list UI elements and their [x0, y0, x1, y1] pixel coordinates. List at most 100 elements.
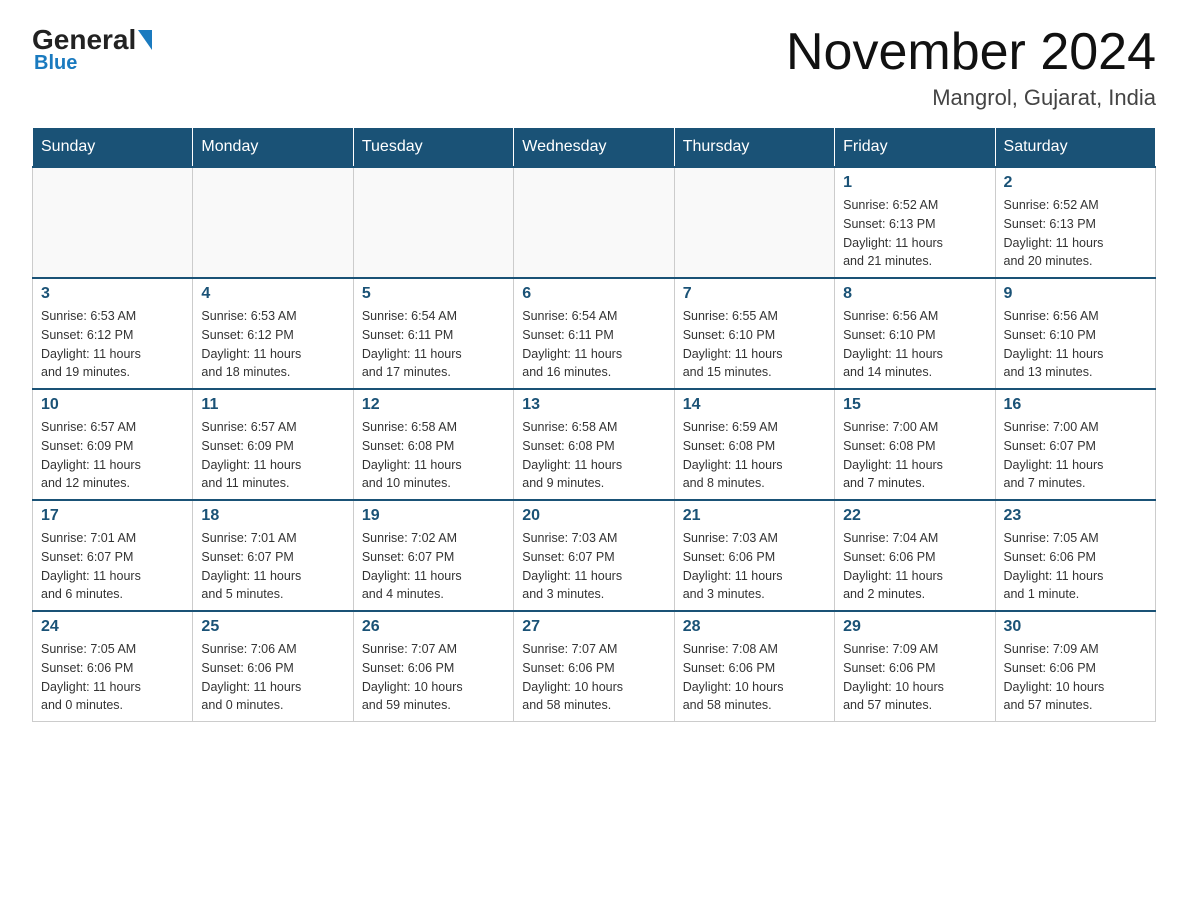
day-info: Sunrise: 7:03 AMSunset: 6:07 PMDaylight:… — [522, 529, 665, 604]
calendar-cell: 1 Sunrise: 6:52 AMSunset: 6:13 PMDaylight… — [835, 167, 995, 278]
day-number: 30 — [1004, 618, 1147, 636]
weekday-header-saturday: Saturday — [995, 128, 1155, 168]
day-info: Sunrise: 7:09 AMSunset: 6:06 PMDaylight:… — [1004, 640, 1147, 715]
day-info: Sunrise: 6:55 AMSunset: 6:10 PMDaylight:… — [683, 307, 826, 382]
weekday-header-sunday: Sunday — [33, 128, 193, 168]
day-info: Sunrise: 6:56 AMSunset: 6:10 PMDaylight:… — [1004, 307, 1147, 382]
day-number: 24 — [41, 618, 184, 636]
calendar-cell: 2 Sunrise: 6:52 AMSunset: 6:13 PMDaylight… — [995, 167, 1155, 278]
calendar-cell — [674, 167, 834, 278]
day-info: Sunrise: 6:59 AMSunset: 6:08 PMDaylight:… — [683, 418, 826, 493]
weekday-header-monday: Monday — [193, 128, 353, 168]
title-area: November 2024 Mangrol, Gujarat, India — [786, 24, 1156, 111]
day-info: Sunrise: 7:06 AMSunset: 6:06 PMDaylight:… — [201, 640, 344, 715]
day-info: Sunrise: 7:05 AMSunset: 6:06 PMDaylight:… — [41, 640, 184, 715]
calendar-cell: 19 Sunrise: 7:02 AMSunset: 6:07 PMDayligh… — [353, 500, 513, 611]
day-info: Sunrise: 7:02 AMSunset: 6:07 PMDaylight:… — [362, 529, 505, 604]
calendar-cell: 13Sunrise: 6:58 AMSunset: 6:08 PMDayligh… — [514, 389, 674, 500]
day-number: 7 — [683, 285, 826, 303]
day-number: 8 — [843, 285, 986, 303]
calendar-cell: 8 Sunrise: 6:56 AMSunset: 6:10 PMDaylight… — [835, 278, 995, 389]
week-row-1: 1 Sunrise: 6:52 AMSunset: 6:13 PMDaylight… — [33, 167, 1156, 278]
day-number: 4 — [201, 285, 344, 303]
calendar-cell: 30 Sunrise: 7:09 AMSunset: 6:06 PMDayligh… — [995, 611, 1155, 722]
day-info: Sunrise: 7:05 AMSunset: 6:06 PMDaylight:… — [1004, 529, 1147, 604]
calendar-cell: 23 Sunrise: 7:05 AMSunset: 6:06 PMDayligh… — [995, 500, 1155, 611]
calendar-cell — [33, 167, 193, 278]
day-number: 14 — [683, 396, 826, 414]
day-number: 15 — [843, 396, 986, 414]
day-info: Sunrise: 7:00 AMSunset: 6:07 PMDaylight:… — [1004, 418, 1147, 493]
day-info: Sunrise: 7:04 AMSunset: 6:06 PMDaylight:… — [843, 529, 986, 604]
day-number: 10 — [41, 396, 184, 414]
calendar-cell: 18 Sunrise: 7:01 AMSunset: 6:07 PMDayligh… — [193, 500, 353, 611]
calendar-cell: 24 Sunrise: 7:05 AMSunset: 6:06 PMDayligh… — [33, 611, 193, 722]
calendar-cell: 29Sunrise: 7:09 AMSunset: 6:06 PMDayligh… — [835, 611, 995, 722]
day-info: Sunrise: 7:01 AMSunset: 6:07 PMDaylight:… — [41, 529, 184, 604]
calendar-cell: 14 Sunrise: 6:59 AMSunset: 6:08 PMDayligh… — [674, 389, 834, 500]
calendar-cell: 6 Sunrise: 6:54 AMSunset: 6:11 PMDaylight… — [514, 278, 674, 389]
day-number: 12 — [362, 396, 505, 414]
week-row-3: 10 Sunrise: 6:57 AMSunset: 6:09 PMDayligh… — [33, 389, 1156, 500]
day-number: 5 — [362, 285, 505, 303]
calendar-cell: 28Sunrise: 7:08 AMSunset: 6:06 PMDayligh… — [674, 611, 834, 722]
day-info: Sunrise: 7:07 AMSunset: 6:06 PMDaylight:… — [362, 640, 505, 715]
logo-blue: Blue — [32, 52, 77, 75]
weekday-header-thursday: Thursday — [674, 128, 834, 168]
day-number: 1 — [843, 174, 986, 192]
day-number: 20 — [522, 507, 665, 525]
day-info: Sunrise: 6:57 AMSunset: 6:09 PMDaylight:… — [201, 418, 344, 493]
day-info: Sunrise: 6:52 AMSunset: 6:13 PMDaylight:… — [843, 196, 986, 271]
day-info: Sunrise: 6:54 AMSunset: 6:11 PMDaylight:… — [522, 307, 665, 382]
calendar-cell: 17 Sunrise: 7:01 AMSunset: 6:07 PMDayligh… — [33, 500, 193, 611]
day-info: Sunrise: 6:52 AMSunset: 6:13 PMDaylight:… — [1004, 196, 1147, 271]
day-number: 18 — [201, 507, 344, 525]
calendar-cell: 9Sunrise: 6:56 AMSunset: 6:10 PMDaylight… — [995, 278, 1155, 389]
calendar-cell: 15 Sunrise: 7:00 AMSunset: 6:08 PMDayligh… — [835, 389, 995, 500]
day-number: 16 — [1004, 396, 1147, 414]
day-info: Sunrise: 7:08 AMSunset: 6:06 PMDaylight:… — [683, 640, 826, 715]
weekday-header-tuesday: Tuesday — [353, 128, 513, 168]
calendar-cell: 22 Sunrise: 7:04 AMSunset: 6:06 PMDayligh… — [835, 500, 995, 611]
calendar-cell — [514, 167, 674, 278]
calendar-cell: 11 Sunrise: 6:57 AMSunset: 6:09 PMDayligh… — [193, 389, 353, 500]
page-subtitle: Mangrol, Gujarat, India — [786, 85, 1156, 111]
day-number: 3 — [41, 285, 184, 303]
day-info: Sunrise: 6:58 AMSunset: 6:08 PMDaylight:… — [362, 418, 505, 493]
day-number: 17 — [41, 507, 184, 525]
page-title: November 2024 — [786, 24, 1156, 81]
calendar-cell: 20 Sunrise: 7:03 AMSunset: 6:07 PMDayligh… — [514, 500, 674, 611]
day-number: 6 — [522, 285, 665, 303]
day-number: 22 — [843, 507, 986, 525]
logo: General Blue — [32, 24, 154, 75]
calendar-table: SundayMondayTuesdayWednesdayThursdayFrid… — [32, 127, 1156, 722]
day-number: 27 — [522, 618, 665, 636]
day-number: 19 — [362, 507, 505, 525]
day-number: 23 — [1004, 507, 1147, 525]
calendar-cell: 25Sunrise: 7:06 AMSunset: 6:06 PMDayligh… — [193, 611, 353, 722]
day-number: 11 — [201, 396, 344, 414]
weekday-header-wednesday: Wednesday — [514, 128, 674, 168]
calendar-cell: 21Sunrise: 7:03 AMSunset: 6:06 PMDayligh… — [674, 500, 834, 611]
calendar-cell: 4 Sunrise: 6:53 AMSunset: 6:12 PMDaylight… — [193, 278, 353, 389]
calendar-cell: 12 Sunrise: 6:58 AMSunset: 6:08 PMDayligh… — [353, 389, 513, 500]
calendar-cell: 5Sunrise: 6:54 AMSunset: 6:11 PMDaylight… — [353, 278, 513, 389]
day-info: Sunrise: 6:53 AMSunset: 6:12 PMDaylight:… — [41, 307, 184, 382]
day-info: Sunrise: 6:56 AMSunset: 6:10 PMDaylight:… — [843, 307, 986, 382]
weekday-header-row: SundayMondayTuesdayWednesdayThursdayFrid… — [33, 128, 1156, 168]
day-number: 2 — [1004, 174, 1147, 192]
week-row-2: 3 Sunrise: 6:53 AMSunset: 6:12 PMDaylight… — [33, 278, 1156, 389]
day-info: Sunrise: 6:58 AMSunset: 6:08 PMDaylight:… — [522, 418, 665, 493]
day-number: 26 — [362, 618, 505, 636]
week-row-5: 24 Sunrise: 7:05 AMSunset: 6:06 PMDayligh… — [33, 611, 1156, 722]
calendar-cell — [353, 167, 513, 278]
day-number: 21 — [683, 507, 826, 525]
calendar-cell — [193, 167, 353, 278]
day-info: Sunrise: 7:01 AMSunset: 6:07 PMDaylight:… — [201, 529, 344, 604]
calendar-cell: 7 Sunrise: 6:55 AMSunset: 6:10 PMDaylight… — [674, 278, 834, 389]
calendar-cell: 27Sunrise: 7:07 AMSunset: 6:06 PMDayligh… — [514, 611, 674, 722]
weekday-header-friday: Friday — [835, 128, 995, 168]
day-info: Sunrise: 7:00 AMSunset: 6:08 PMDaylight:… — [843, 418, 986, 493]
page-header: General Blue November 2024 Mangrol, Guja… — [32, 24, 1156, 111]
day-info: Sunrise: 6:53 AMSunset: 6:12 PMDaylight:… — [201, 307, 344, 382]
